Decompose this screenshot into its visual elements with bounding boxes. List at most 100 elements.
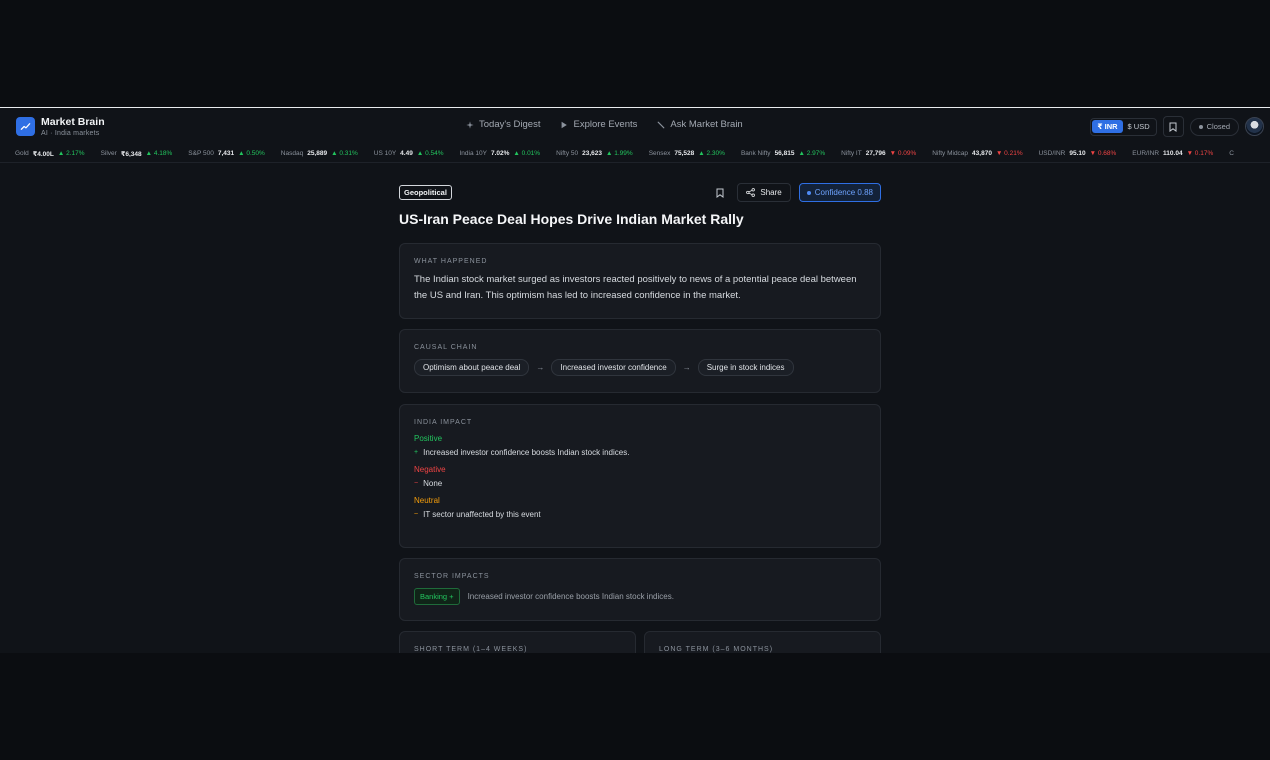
ticker-change: ▲ 0.54% — [416, 150, 444, 157]
chart-trend-icon — [16, 117, 35, 137]
confidence-dot-icon — [806, 190, 811, 195]
ticker-value: 4.49 — [400, 150, 413, 157]
ticker-item[interactable]: Nifty IT 27,796 ▼ 0.09% — [841, 150, 916, 157]
currency-usd-button[interactable]: $ USD — [1123, 120, 1155, 133]
impact-heading: Positive — [414, 434, 443, 443]
category-tag: Geopolitical — [399, 185, 452, 200]
currency-inr-button[interactable]: ₹ INR — [1092, 120, 1123, 133]
confidence-label: Confidence 0.88 — [814, 188, 873, 197]
short-term-card: SHORT TERM (1–4 WEEKS) — [399, 631, 636, 653]
ticker-name: Gold — [15, 150, 29, 157]
impact-text: None — [423, 479, 443, 488]
article-header: Geopolitical Share Confidence 0.88 US-Ir… — [399, 183, 881, 227]
ticker-item[interactable]: Bank Nifty 56,815 ▲ 2.97% — [741, 150, 825, 157]
ticker-change: ▲ 4.18% — [145, 150, 173, 157]
tilde-icon: ~ — [414, 511, 419, 518]
ticker-value: 25,889 — [307, 150, 328, 157]
market-ticker: Gold ₹4.00L ▲ 2.17% Silver ₹6,348 ▲ 4.18% S&… — [0, 145, 1270, 163]
ticker-value: 23,623 — [582, 150, 603, 157]
chain-step: Surge in stock indices — [697, 359, 794, 376]
market-status-label: Closed — [1206, 122, 1230, 131]
sector-description: Increased investor confidence boosts Ind… — [467, 592, 674, 601]
top-header: Market Brain AI · India markets Today's … — [0, 108, 1270, 145]
ticker-item[interactable]: USD/INR 95.10 ▼ 0.68% — [1039, 150, 1117, 157]
ticker-item[interactable]: Sensex 75,528 ▲ 2.30% — [649, 150, 725, 157]
ticker-name: Silver — [100, 150, 117, 157]
ticker-name: Bank Nifty — [740, 150, 771, 157]
impact-negative: Negative − None — [414, 465, 866, 488]
nav-label: Today's Digest — [479, 119, 541, 130]
ticker-change: ▲ 0.50% — [238, 150, 265, 157]
impact-positive: Positive + Increased investor confidence … — [414, 434, 866, 457]
ticker-item[interactable]: Nasdaq 25,889 ▲ 0.31% — [281, 150, 358, 157]
ticker-item[interactable]: India 10Y 7.02% ▲ 0.01% — [460, 150, 541, 157]
nav-todays-digest[interactable]: Today's Digest — [466, 119, 540, 130]
play-icon — [562, 121, 568, 128]
ticker-change: ▼ 0.68% — [1089, 150, 1117, 157]
ticker-change: ▲ 2.30% — [698, 150, 725, 157]
avatar[interactable] — [1245, 117, 1264, 136]
market-status-badge[interactable]: Closed — [1189, 117, 1239, 136]
main-nav: Today's Digest Explore Events Ask Market… — [466, 119, 743, 130]
article-actions: Share Confidence 0.88 — [711, 183, 881, 202]
chain-step: Optimism about peace deal — [414, 359, 530, 376]
ticker-item[interactable]: Nifty 50 23,623 ▲ 1.99% — [556, 150, 633, 157]
ticker-item[interactable]: C — [1229, 150, 1234, 157]
share-label: Share — [760, 188, 782, 197]
arrow-right-icon: → — [536, 363, 545, 372]
bottom-backdrop — [0, 653, 1270, 760]
brand[interactable]: Market Brain AI · India markets — [16, 117, 105, 137]
section-label: CAUSAL CHAIN — [414, 344, 478, 351]
ticker-change: ▼ 0.21% — [995, 150, 1023, 157]
nav-ask-market-brain[interactable]: Ask Market Brain — [657, 119, 743, 130]
ticker-change: ▼ 0.17% — [1186, 150, 1214, 157]
ticker-value: 56,815 — [774, 150, 795, 157]
brand-subtitle: AI · India markets — [41, 129, 100, 137]
bookmark-icon — [716, 188, 724, 198]
sparkle-icon — [466, 120, 474, 129]
causal-chain-card: CAUSAL CHAIN Optimism about peace deal →… — [399, 329, 881, 393]
impact-heading: Negative — [414, 465, 446, 474]
section-label: LONG TERM (3–6 MONTHS) — [659, 646, 774, 653]
ticker-value: ₹6,348 — [120, 150, 142, 158]
india-impact-card: INDIA IMPACT Positive + Increased investo… — [399, 404, 881, 548]
ticker-value: 7.02% — [490, 150, 510, 157]
article-title: US-Iran Peace Deal Hopes Drive Indian Ma… — [399, 211, 744, 227]
minus-icon: − — [414, 480, 419, 487]
ticker-item[interactable]: S&P 500 7,431 ▲ 0.50% — [188, 150, 265, 157]
ticker-name: Nifty IT — [841, 150, 862, 157]
section-label: INDIA IMPACT — [414, 419, 473, 426]
ticker-name: Nasdaq — [280, 150, 304, 157]
nav-label: Ask Market Brain — [670, 119, 743, 130]
ticker-change: ▲ 0.01% — [513, 150, 541, 157]
ticker-value: 95.10 — [1069, 150, 1086, 157]
saved-button[interactable] — [1162, 116, 1184, 137]
section-label: WHAT HAPPENED — [414, 258, 488, 265]
section-label: SECTOR IMPACTS — [414, 573, 490, 580]
ticker-value: 27,796 — [865, 150, 886, 157]
chain-step: Increased investor confidence — [551, 359, 676, 376]
impact-neutral: Neutral ~ IT sector unaffected by this ev… — [414, 496, 866, 519]
ticker-item[interactable]: Gold ₹4.00L ▲ 2.17% — [15, 150, 85, 158]
top-backdrop — [0, 0, 1270, 107]
sector-impacts-card: SECTOR IMPACTS Banking + Increased inves… — [399, 558, 881, 621]
ticker-change: ▲ 1.99% — [606, 150, 633, 157]
ticker-item[interactable]: US 10Y 4.49 ▲ 0.54% — [374, 150, 444, 157]
bookmark-button[interactable] — [711, 184, 729, 202]
brand-name: Market Brain — [41, 116, 105, 128]
nav-label: Explore Events — [573, 119, 638, 130]
ticker-item[interactable]: Silver ₹6,348 ▲ 4.18% — [101, 150, 173, 158]
ticker-value: 7,431 — [217, 150, 235, 157]
nav-explore-events[interactable]: Explore Events — [560, 119, 637, 130]
bookmark-icon — [1169, 122, 1177, 132]
ticker-name: EUR/INR — [1132, 150, 1160, 157]
ticker-item[interactable]: Nifty Midcap 43,870 ▼ 0.21% — [932, 150, 1022, 157]
ticker-name: India 10Y — [459, 150, 487, 157]
ticker-item[interactable]: EUR/INR 110.04 ▼ 0.17% — [1132, 150, 1213, 157]
share-button[interactable]: Share — [737, 183, 791, 202]
ticker-value: ₹4.00L — [32, 150, 54, 158]
arrow-right-icon: → — [682, 363, 691, 372]
pen-icon — [658, 121, 665, 128]
impact-text: Increased investor confidence boosts Ind… — [423, 448, 630, 457]
ticker-change: ▲ 2.17% — [57, 150, 85, 157]
